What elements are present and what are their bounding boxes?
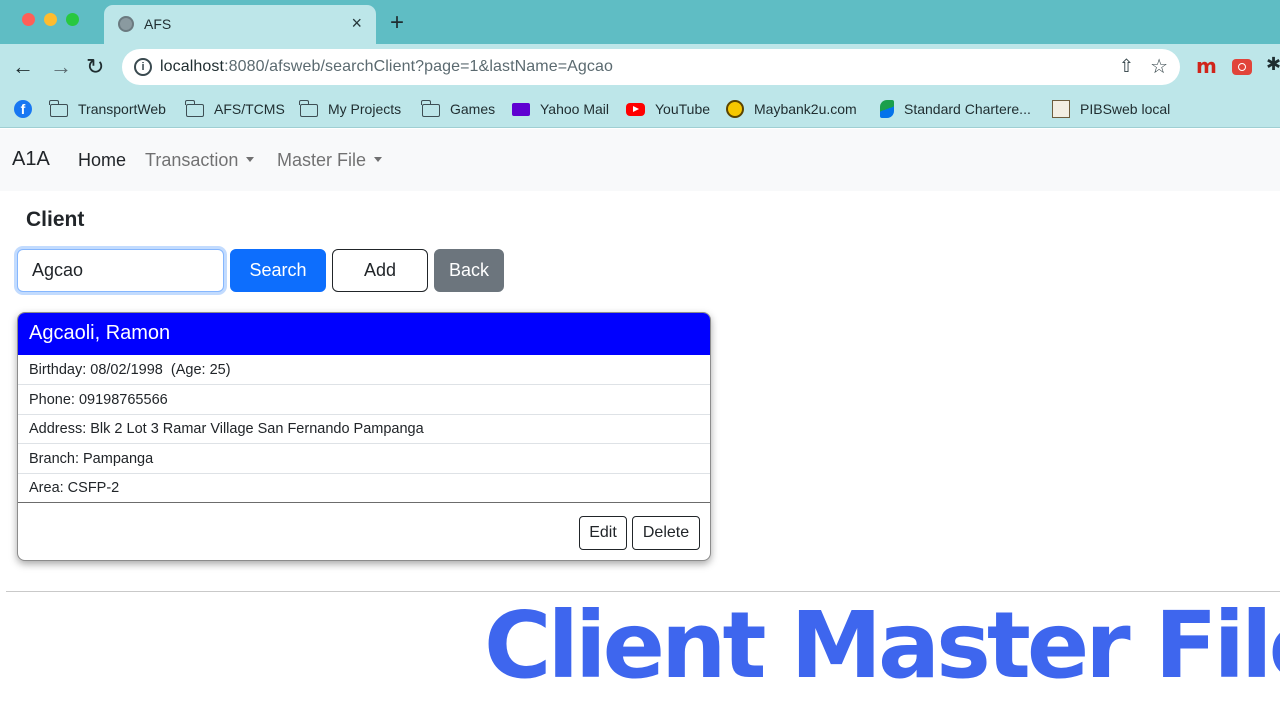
url-path: :8080/afsweb/searchClient?page=1&lastNam…	[224, 58, 614, 75]
bookmark-yahoo-mail[interactable]: Yahoo Mail	[512, 99, 609, 119]
bookmark-afs-tcms[interactable]: AFS/TCMS	[185, 99, 285, 119]
caret-down-icon	[374, 157, 383, 162]
facebook-icon: f	[14, 100, 32, 118]
bookmark-transportweb[interactable]: TransportWeb	[49, 99, 166, 119]
delete-button[interactable]: Delete	[632, 516, 700, 550]
page-title: Client	[26, 208, 85, 231]
back-arrow-icon[interactable]: ←	[12, 53, 34, 81]
browser-tabstrip: AFS × +	[0, 0, 1280, 44]
browser-toolbar: ← → ↻ i localhost:8080/afsweb/searchClie…	[0, 44, 1280, 90]
add-button[interactable]: Add	[332, 249, 428, 292]
bookmark-standard-chartered[interactable]: Standard Chartere...	[880, 99, 1031, 119]
bookmark-label: Games	[450, 101, 496, 117]
url-text[interactable]: localhost:8080/afsweb/searchClient?page=…	[160, 58, 613, 76]
browser-tab-afs[interactable]: AFS ×	[104, 5, 376, 44]
client-phone: Phone: 09198765566	[18, 385, 710, 415]
screen-record-extension-icon[interactable]	[1232, 59, 1252, 75]
forward-arrow-icon[interactable]: →	[50, 53, 72, 81]
nav-master-file-dropdown[interactable]: Master File	[277, 150, 383, 171]
folder-icon	[421, 99, 440, 117]
bookmark-label: AFS/TCMS	[214, 101, 285, 117]
m-extension-icon[interactable]: m	[1196, 54, 1217, 78]
client-card: Agcaoli, Ramon Birthday: 08/02/1998 (Age…	[17, 312, 711, 561]
youtube-icon	[626, 102, 645, 116]
close-window-button[interactable]	[22, 13, 35, 26]
tab-close-icon[interactable]: ×	[351, 13, 362, 33]
brand-logo[interactable]: A1A	[12, 148, 50, 171]
client-area: Area: CSFP-2	[29, 480, 120, 496]
bookmark-my-projects[interactable]: My Projects	[299, 99, 402, 119]
client-address: Address: Blk 2 Lot 3 Ramar Village San F…	[18, 414, 710, 444]
edit-button[interactable]: Edit	[579, 516, 627, 550]
bookmark-label: YouTube	[655, 101, 711, 117]
caret-down-icon	[246, 157, 255, 162]
bookmark-pibsweb-local[interactable]: PIBSweb local	[1052, 99, 1170, 119]
nav-transaction-dropdown[interactable]: Transaction	[145, 150, 255, 171]
url-host: localhost	[160, 58, 225, 75]
back-button[interactable]: Back	[434, 249, 504, 292]
video-overlay-title: Client Master File	[484, 592, 1280, 699]
address-bar[interactable]: i localhost:8080/afsweb/searchClient?pag…	[122, 49, 1180, 85]
share-icon[interactable]: ⇧	[1119, 56, 1134, 77]
bookmark-label: PIBSweb local	[1080, 101, 1171, 117]
maximize-window-button[interactable]	[66, 13, 79, 26]
folder-icon	[49, 99, 68, 117]
bookmark-label: Standard Chartere...	[904, 101, 1031, 117]
minimize-window-button[interactable]	[44, 13, 57, 26]
folder-icon	[185, 99, 204, 117]
client-birthday: Birthday: 08/02/1998 (Age: 25)	[18, 355, 710, 385]
client-card-footer: Edit Delete	[18, 502, 710, 560]
bookmark-youtube[interactable]: YouTube	[626, 99, 710, 119]
new-tab-button[interactable]: +	[390, 9, 404, 37]
bookmark-games[interactable]: Games	[421, 99, 496, 119]
bookmarks-bar: f TransportWeb AFS/TCMS My Projects Game…	[0, 90, 1280, 128]
pibs-icon	[1052, 100, 1070, 118]
bookmark-label: Yahoo Mail	[540, 101, 610, 117]
reload-icon[interactable]: ↻	[86, 53, 104, 81]
app-navbar: A1A Home Transaction Master File	[0, 129, 1280, 191]
bookmark-maybank[interactable]: Maybank2u.com	[726, 99, 857, 119]
extensions-puzzle-icon[interactable]: ✱	[1266, 54, 1280, 75]
nav-transaction-label: Transaction	[145, 150, 239, 170]
standard-chartered-icon	[880, 100, 894, 118]
bookmark-label: My Projects	[328, 101, 402, 117]
nav-master-file-label: Master File	[277, 150, 367, 170]
maybank-icon	[726, 100, 744, 118]
tab-title: AFS	[144, 16, 172, 32]
bookmark-star-icon[interactable]: ☆	[1150, 54, 1168, 79]
bookmark-label: TransportWeb	[78, 101, 166, 117]
client-name: Agcaoli, Ramon	[18, 313, 710, 355]
folder-icon	[299, 99, 318, 117]
yahoo-mail-icon	[512, 102, 530, 116]
last-name-search-input[interactable]	[17, 249, 224, 292]
bookmark-facebook[interactable]: f	[14, 99, 42, 119]
globe-icon	[118, 16, 134, 32]
nav-home[interactable]: Home	[78, 150, 126, 171]
bookmark-label: Maybank2u.com	[754, 101, 857, 117]
client-branch: Branch: Pampanga	[18, 444, 710, 474]
search-button[interactable]: Search	[230, 249, 326, 292]
site-info-icon[interactable]: i	[134, 58, 152, 76]
